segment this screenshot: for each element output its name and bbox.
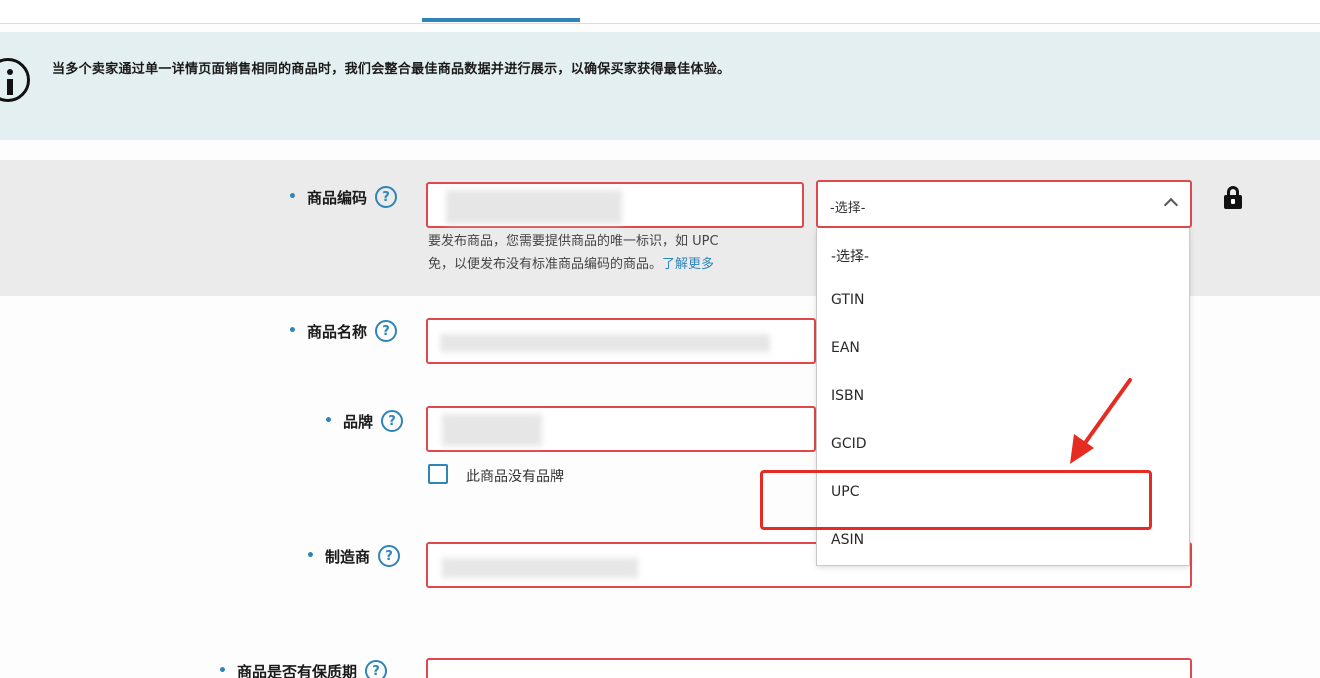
warranty-label: • 商品是否有保质期 ? — [218, 660, 387, 678]
learn-more-link[interactable]: 了解更多 — [662, 257, 714, 272]
required-marker: • — [306, 548, 315, 564]
brand-label: • 品牌 ? — [324, 410, 403, 432]
redacted-value — [442, 414, 542, 446]
info-message: 当多个卖家通过单一详情页面销售相同的商品时，我们会整合最佳商品数据并进行展示，以… — [52, 62, 731, 77]
product-name-label-text: 商品名称 — [306, 322, 367, 341]
dropdown-option[interactable]: GCID — [831, 436, 867, 452]
info-banner — [0, 32, 1320, 140]
chevron-up-icon — [1163, 197, 1179, 213]
product-name-input[interactable] — [426, 318, 816, 364]
dropdown-option[interactable]: ISBN — [831, 388, 864, 404]
manufacturer-label-text: 制造商 — [324, 547, 370, 566]
no-brand-checkbox[interactable] — [428, 464, 448, 484]
product-id-label: • 商品编码 ? — [288, 186, 397, 208]
id-type-select[interactable]: -选择- — [816, 180, 1192, 228]
help-icon[interactable]: ? — [364, 660, 387, 678]
upc-annotation-box — [760, 470, 1152, 530]
lock-icon — [1224, 186, 1242, 210]
dropdown-option[interactable]: EAN — [831, 340, 860, 356]
active-tab-indicator[interactable] — [422, 18, 580, 22]
dropdown-option[interactable]: -选择- — [831, 246, 869, 266]
dropdown-option[interactable]: GTIN — [831, 292, 865, 308]
required-marker: • — [288, 323, 297, 339]
helper-line-1: 要发布商品，您需要提供商品的唯一标识，如 UPC — [428, 234, 719, 249]
manufacturer-label: • 制造商 ? — [306, 545, 400, 567]
redacted-value — [442, 558, 638, 578]
redacted-value — [440, 334, 770, 352]
required-marker: • — [324, 413, 333, 429]
product-name-label: • 商品名称 ? — [288, 320, 397, 342]
no-brand-label: 此商品没有品牌 — [466, 469, 564, 485]
annotation-arrow-icon — [1070, 378, 1132, 464]
help-icon[interactable]: ? — [380, 410, 403, 432]
dropdown-option[interactable]: ASIN — [831, 532, 864, 548]
help-icon[interactable]: ? — [374, 186, 397, 208]
redacted-value — [446, 190, 622, 224]
product-id-helper: 要发布商品，您需要提供商品的唯一标识，如 UPC 免，以便发布没有标准商品编码的… — [428, 230, 818, 276]
tab-bar — [0, 0, 1320, 24]
brand-input[interactable] — [426, 406, 816, 452]
help-icon[interactable]: ? — [374, 320, 397, 342]
warranty-input[interactable] — [426, 658, 1192, 678]
product-id-input[interactable] — [426, 182, 804, 228]
warranty-label-text: 商品是否有保质期 — [236, 662, 357, 678]
select-value: -选择- — [830, 201, 866, 216]
required-marker: • — [288, 189, 297, 205]
product-id-label-text: 商品编码 — [306, 188, 367, 207]
helper-line-2: 免，以便发布没有标准商品编码的商品。 — [428, 257, 663, 272]
brand-label-text: 品牌 — [342, 412, 373, 431]
required-marker: • — [218, 663, 227, 678]
help-icon[interactable]: ? — [377, 545, 400, 567]
